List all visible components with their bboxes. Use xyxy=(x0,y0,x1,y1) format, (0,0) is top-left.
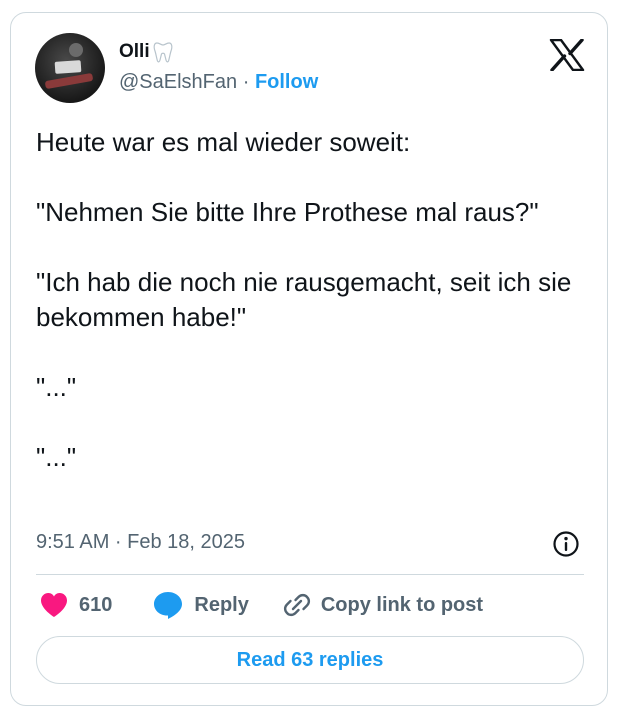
copy-link-button[interactable]: Copy link to post xyxy=(283,591,483,619)
like-count: 610 xyxy=(79,593,113,616)
reply-label: Reply xyxy=(194,593,249,616)
tooth-icon xyxy=(153,42,173,63)
tweet-timestamp[interactable]: 9:51 AM · Feb 18, 2025 xyxy=(36,531,245,554)
heart-icon xyxy=(41,593,67,617)
tweet-text: Heute war es mal wieder soweit: "Nehmen … xyxy=(36,127,572,472)
divider xyxy=(36,574,584,575)
read-replies-button[interactable]: Read 63 replies xyxy=(36,636,584,684)
speech-bubble-icon xyxy=(154,592,183,619)
tweet-actions: 610 Reply Copy link to post xyxy=(39,587,483,623)
reply-button[interactable]: Reply xyxy=(152,590,249,620)
x-logo-icon[interactable] xyxy=(549,39,585,71)
author-name[interactable]: Olli xyxy=(119,41,150,63)
avatar[interactable] xyxy=(35,33,105,103)
author-handle-row: @SaElshFan · Follow xyxy=(119,71,318,94)
author-handle[interactable]: @SaElshFan xyxy=(119,71,237,93)
copy-link-label: Copy link to post xyxy=(320,593,484,616)
author-name-row: Olli xyxy=(119,41,173,63)
tweet-card: Olli @SaElshFan · Follow Heute war es ma… xyxy=(10,12,608,706)
info-icon[interactable] xyxy=(552,530,580,558)
follow-button[interactable]: Follow xyxy=(255,71,318,93)
link-icon xyxy=(283,593,310,617)
handle-separator: · xyxy=(242,71,250,93)
read-replies-label: Read 63 replies xyxy=(236,648,384,671)
like-button[interactable]: 610 xyxy=(39,591,112,619)
